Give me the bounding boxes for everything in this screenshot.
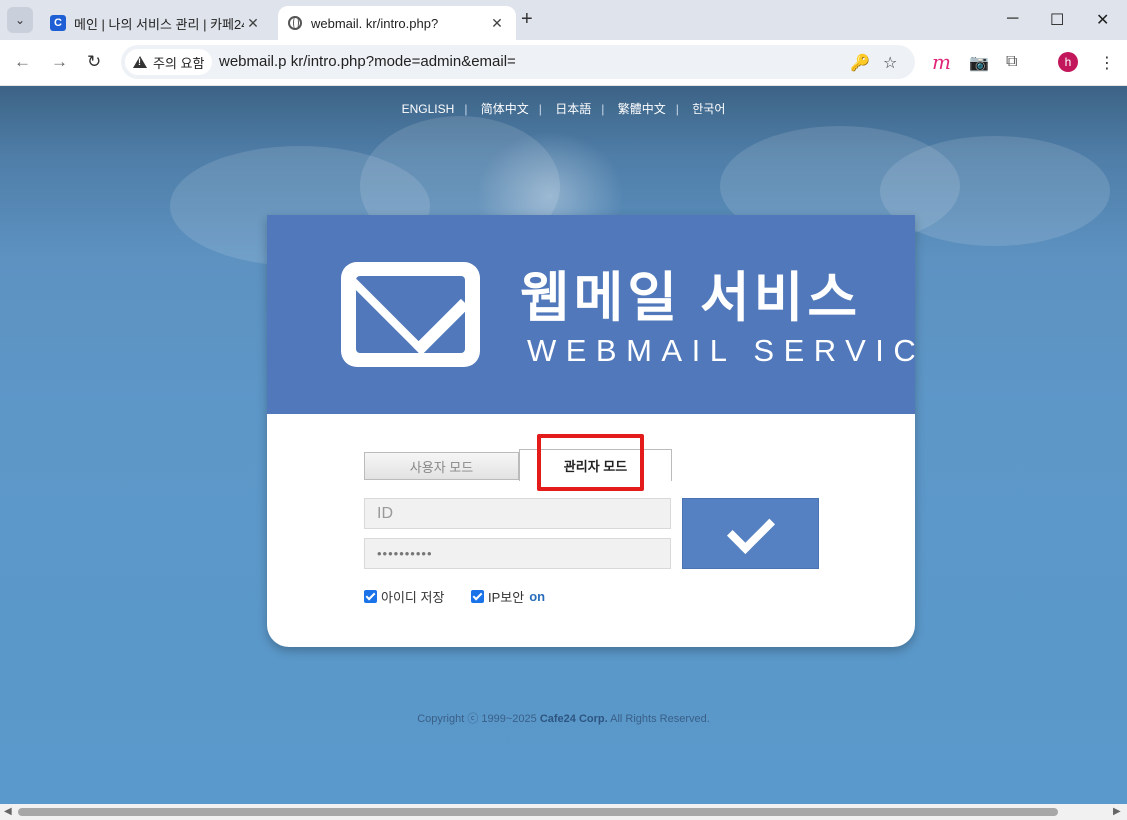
remember-id-checkbox[interactable]: 아이디 저장 [364,587,444,606]
ip-security-checkbox[interactable]: IP보안 on [471,587,545,606]
copyright-prefix: Copyright ⓒ 1999~2025 [417,713,537,725]
minimize-icon[interactable]: ─ [1007,10,1018,28]
scrollbar-thumb[interactable] [18,808,1058,816]
rights-reserved: All Rights Reserved. [610,713,710,725]
envelope-logo-icon [341,262,480,367]
checkbox-checked-icon [471,590,484,603]
maximize-icon[interactable]: ☐ [1050,10,1064,30]
user-mode-tab[interactable]: 사용자 모드 [364,452,519,480]
ip-security-state[interactable]: on [529,589,545,604]
new-tab-button[interactable]: + [521,8,533,31]
admin-mode-highlight-box [537,434,644,491]
browser-menu-icon[interactable]: ⋮ [1099,53,1115,73]
tab-title: 메인 | 나의 서비스 관리 | 카페24 [74,16,244,32]
reload-icon[interactable]: ↻ [87,52,101,72]
warning-icon [133,56,147,68]
login-card-header: 웹메일 서비스 WEBMAIL SERVICE [267,215,915,414]
url-text[interactable]: webmail.p kr/intro.php?mode=admin&email= [219,53,516,70]
globe-favicon-icon [288,16,302,30]
tab-close-icon[interactable]: ✕ [244,15,262,32]
language-selector: ENGLISH | 简体中文 | 日本語 | 繁體中文 | 한국어 [401,102,726,116]
checkbox-checked-icon [364,590,377,603]
close-window-icon[interactable]: ✕ [1096,10,1109,30]
password-input[interactable]: •••••••••• [364,538,671,569]
company-name: Cafe24 Corp. [539,713,608,725]
remember-id-label: 아이디 저장 [381,590,445,605]
lang-japanese-link[interactable]: 日本語 [555,102,591,116]
security-warning-chip[interactable]: 주의 요함 [125,49,213,75]
extension-m-icon[interactable]: m [932,50,951,74]
forward-icon[interactable]: → [51,52,68,72]
lang-english-link[interactable]: ENGLISH [402,102,455,116]
password-key-icon[interactable]: 🔑 [850,53,870,73]
browser-tab-bar: ⌄ C 메인 | 나의 서비스 관리 | 카페24 ✕ webmail. kr/… [0,0,1127,40]
security-warning-label: 주의 요함 [153,55,205,71]
page-viewport: ENGLISH | 简体中文 | 日本語 | 繁體中文 | 한국어 웹메일 서비스 WE… [0,86,1127,804]
service-title-korean: 웹메일 서비스 [520,268,862,328]
tab-search-chevron-icon[interactable]: ⌄ [7,7,33,33]
lang-simplified-chinese-link[interactable]: 简体中文 [481,102,529,116]
login-card: 웹메일 서비스 WEBMAIL SERVICE 사용자 모드 관리자 모드 ID… [267,215,915,647]
camera-extension-icon[interactable]: 📷 [969,53,989,73]
copyright-footer: Copyright ⓒ 1999~2025 Cafe24 Corp. All R… [0,710,1127,726]
lang-traditional-chinese-link[interactable]: 繁體中文 [618,102,666,116]
profile-avatar[interactable]: h [1058,52,1078,72]
back-icon[interactable]: ← [14,52,31,72]
address-bar[interactable]: 주의 요함 webmail.p kr/intro.php?mode=admin&… [121,45,915,79]
scroll-left-icon[interactable]: ◀ [4,806,12,817]
browser-tab-webmail[interactable]: webmail. kr/intro.php? ✕ [278,6,516,40]
cafe24-favicon-icon: C [50,15,66,31]
bookmark-star-icon[interactable]: ☆ [883,53,897,73]
lang-korean-link[interactable]: 한국어 [692,102,725,116]
horizontal-scrollbar[interactable]: ◀ ▶ [0,804,1127,820]
id-input[interactable]: ID [364,498,671,529]
service-title-english: WEBMAIL SERVICE [527,333,915,368]
browser-toolbar: ← → ↻ 주의 요함 webmail.p kr/intro.php?mode=… [0,40,1127,86]
ip-security-label: IP보안 [488,590,525,605]
tab-title: webmail. kr/intro.php? [311,15,439,31]
scroll-right-icon[interactable]: ▶ [1113,806,1121,817]
extensions-puzzle-icon[interactable]: ⧉ [1006,53,1017,71]
tab-close-icon[interactable]: ✕ [488,15,506,32]
checkmark-icon [726,505,775,554]
browser-tab-cafe24[interactable]: C 메인 | 나의 서비스 관리 | 카페24 ✕ [40,6,272,40]
login-submit-button[interactable] [682,498,819,569]
